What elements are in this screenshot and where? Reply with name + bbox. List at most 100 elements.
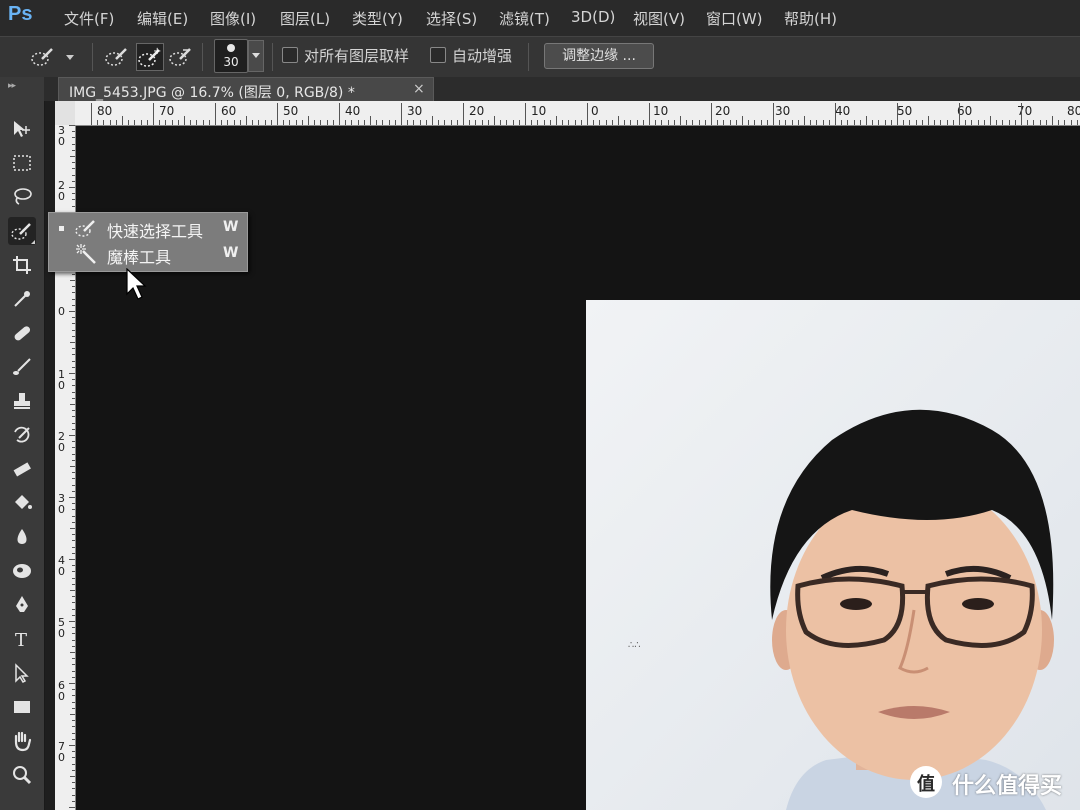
healing-brush-tool[interactable] [8, 319, 36, 347]
move-icon [14, 121, 30, 137]
ruler-tick [72, 304, 75, 306]
menu-window[interactable]: 窗口(W) [706, 8, 763, 29]
ruler-tick [72, 348, 75, 350]
ruler-label: 50 [897, 104, 913, 118]
menu-type[interactable]: 类型(Y) [352, 8, 403, 29]
lasso-tool[interactable] [8, 183, 36, 211]
ruler-tick [742, 116, 743, 125]
ruler-tick [69, 373, 75, 374]
ruler-tick [605, 120, 607, 125]
tool-preset-picker[interactable] [30, 43, 74, 69]
ruler-tick [580, 120, 582, 125]
ruler-tick [735, 120, 737, 125]
crop-tool[interactable] [8, 251, 36, 279]
flyout-item-quick-selection[interactable]: 快速选择工具 W [49, 215, 247, 241]
panel-collapse-icon[interactable]: ▸▸ [8, 81, 16, 91]
menu-file[interactable]: 文件(F) [64, 8, 114, 29]
blur-tool[interactable] [8, 523, 36, 551]
ruler-tick [109, 120, 111, 125]
quick-selection-tool[interactable] [8, 217, 36, 245]
ruler-origin[interactable] [55, 101, 75, 125]
menu-view[interactable]: 视图(V) [633, 8, 685, 29]
ruler-tick [289, 120, 291, 125]
ruler-tick [382, 120, 384, 125]
clone-stamp-tool[interactable] [8, 387, 36, 415]
ruler-tick [72, 571, 75, 573]
sample-all-layers-checkbox[interactable] [282, 47, 298, 63]
marquee-tool[interactable] [8, 149, 36, 177]
ruler-tick [921, 120, 923, 125]
menu-image[interactable]: 图像(I) [210, 8, 256, 29]
ruler-tick [69, 435, 75, 436]
marquee-icon [13, 155, 31, 171]
menu-layer[interactable]: 图层(L) [280, 8, 330, 29]
document-tab[interactable]: IMG_5453.JPG @ 16.7% (图层 0, RGB/8) * × [58, 77, 434, 102]
type-tool[interactable]: T [8, 625, 36, 653]
brush-size-picker[interactable]: 30 [214, 39, 248, 73]
ruler-tick [72, 670, 75, 672]
menu-filter[interactable]: 滤镜(T) [499, 8, 550, 29]
horizontal-ruler[interactable]: 80 70 60 50 40 30 20 10 0 10 20 30 40 50… [75, 101, 1080, 126]
active-indicator [59, 226, 64, 231]
ruler-tick [72, 273, 75, 275]
flyout-item-magic-wand[interactable]: 魔棒工具 W [49, 241, 247, 267]
ruler-tick [171, 120, 173, 125]
ruler-tick [804, 116, 805, 125]
ruler-tick [574, 120, 576, 125]
paint-bucket-tool[interactable] [8, 489, 36, 517]
menu-select[interactable]: 选择(S) [426, 8, 477, 29]
ruler-tick [562, 120, 564, 125]
ruler-tick [72, 286, 75, 288]
menu-help[interactable]: 帮助(H) [784, 8, 837, 29]
add-to-selection-mode[interactable]: + [136, 43, 164, 71]
menu-3d[interactable]: 3D(D) [571, 8, 615, 26]
auto-enhance-checkbox[interactable] [430, 47, 446, 63]
path-selection-tool[interactable] [8, 659, 36, 687]
ruler-tick [233, 120, 235, 125]
dodge-tool[interactable] [8, 557, 36, 585]
ruler-tick [264, 120, 266, 125]
zoom-tool[interactable] [8, 761, 36, 789]
rectangle-tool[interactable] [8, 693, 36, 721]
refine-edge-button[interactable]: 调整边缘 ... [544, 43, 654, 69]
ruler-tick [72, 490, 75, 492]
ruler-tick [69, 621, 75, 622]
ruler-tick [339, 103, 340, 125]
close-icon[interactable]: × [413, 81, 425, 97]
ruler-tick [940, 120, 942, 125]
menu-edit[interactable]: 编辑(E) [137, 8, 188, 29]
ruler-tick [878, 120, 880, 125]
history-brush-tool[interactable] [8, 421, 36, 449]
svg-text:+: + [153, 46, 161, 57]
ruler-tick [72, 137, 75, 139]
portrait-photo[interactable]: ∴∴ [586, 300, 1080, 810]
ruler-tick [72, 540, 75, 542]
subtract-from-selection-mode[interactable] [168, 43, 194, 69]
brush-tool[interactable] [8, 353, 36, 381]
ruler-tick [946, 120, 948, 125]
brush-preview-icon [227, 44, 235, 52]
ruler-tick [208, 120, 210, 125]
ruler-label: 40 [835, 104, 851, 118]
watermark-badge: 值 [917, 774, 935, 795]
eyedropper-tool[interactable] [8, 285, 36, 313]
ruler-tick [376, 120, 378, 125]
eraser-tool[interactable] [8, 455, 36, 483]
brush-dropdown-button[interactable] [248, 40, 264, 72]
ruler-tick [698, 120, 700, 125]
brush-icon [13, 358, 31, 375]
new-selection-mode[interactable] [104, 43, 130, 69]
move-tool[interactable] [8, 115, 36, 143]
ruler-tick [227, 120, 229, 125]
ruler-tick [258, 120, 260, 125]
hand-icon [14, 731, 32, 752]
ruler-tick [667, 120, 669, 125]
hand-tool[interactable] [8, 727, 36, 755]
pen-icon [16, 596, 28, 612]
ruler-tick [642, 120, 644, 125]
ruler-tick [531, 120, 533, 125]
pen-tool[interactable] [8, 591, 36, 619]
ruler-tick [72, 515, 75, 517]
ruler-tick [72, 360, 75, 362]
ruler-tick [537, 120, 539, 125]
